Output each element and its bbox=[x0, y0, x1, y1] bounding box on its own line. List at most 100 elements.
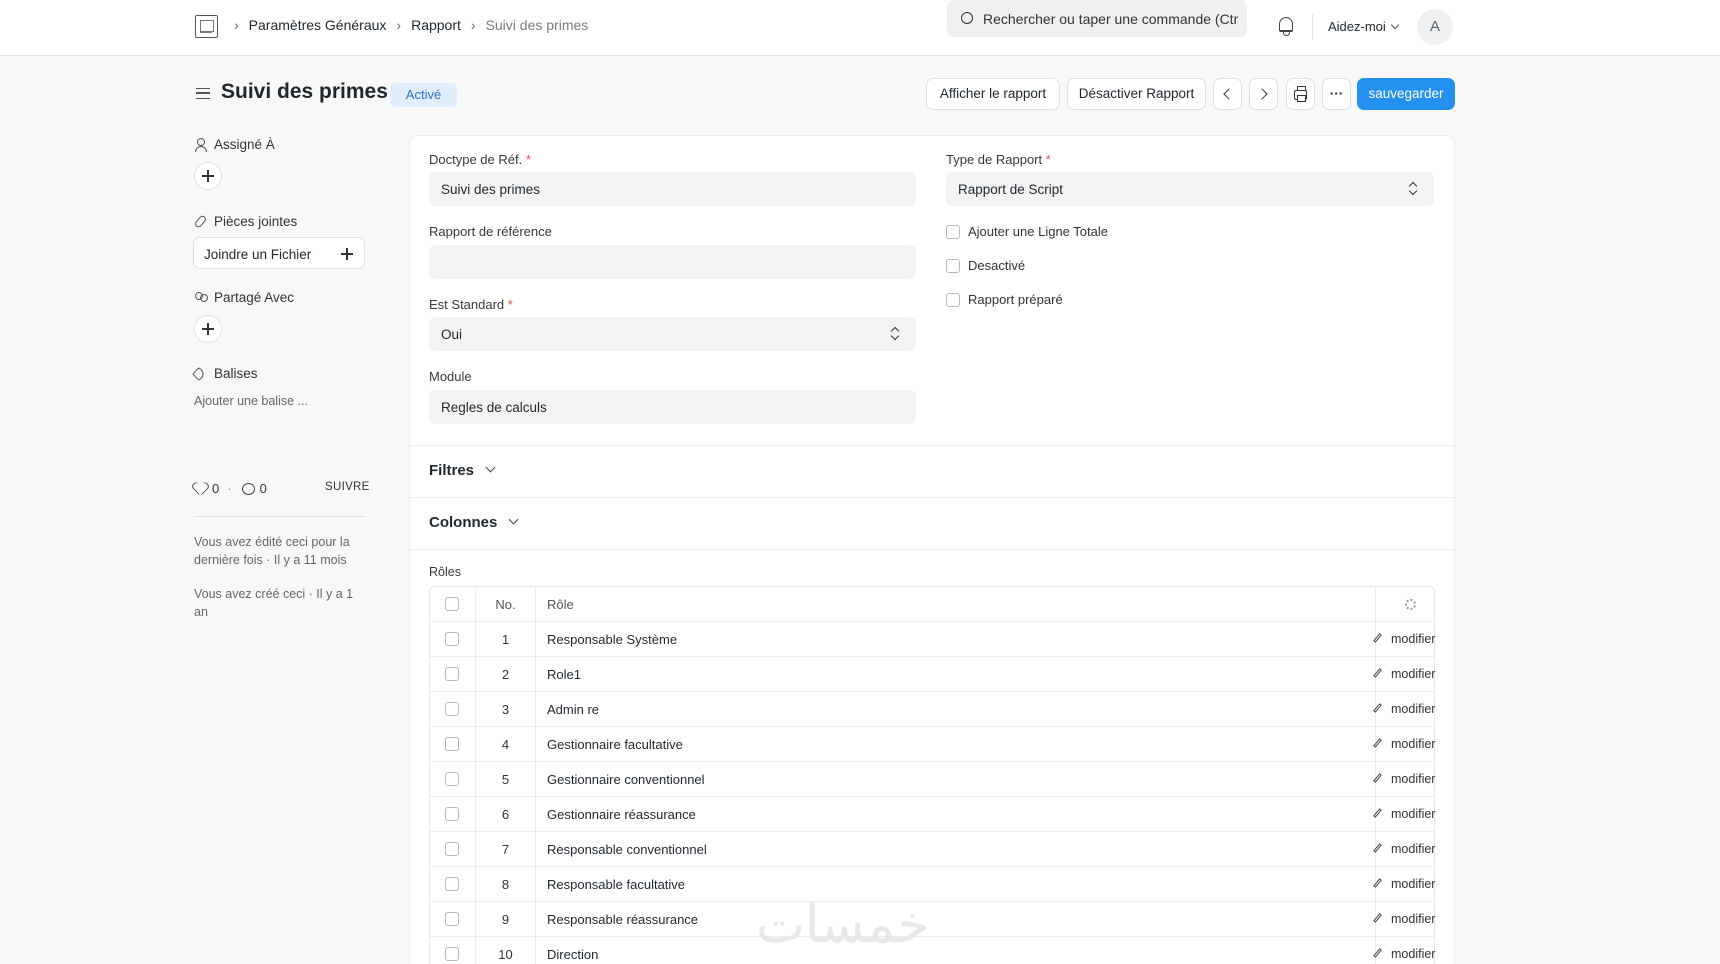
follow-button[interactable]: SUIVRE bbox=[325, 481, 370, 493]
disabled-checkbox[interactable]: Desactivé bbox=[946, 258, 1025, 273]
ref-doctype-input[interactable]: Suivi des primes bbox=[429, 172, 916, 206]
heart-icon[interactable] bbox=[194, 483, 207, 495]
row-checkbox[interactable] bbox=[445, 632, 459, 646]
edit-label: modifier bbox=[1391, 737, 1436, 751]
row-role[interactable]: Direction bbox=[536, 937, 1376, 964]
notification-bell-icon[interactable] bbox=[1279, 17, 1293, 36]
row-select-cell bbox=[430, 937, 476, 964]
row-checkbox[interactable] bbox=[445, 912, 459, 926]
add-assignee-button[interactable] bbox=[194, 162, 222, 190]
row-role[interactable]: Responsable facultative bbox=[536, 867, 1376, 902]
print-button[interactable] bbox=[1286, 78, 1315, 110]
row-edit-button[interactable]: modifier bbox=[1373, 902, 1436, 937]
checkbox[interactable] bbox=[946, 258, 960, 273]
comments-count: 0 bbox=[259, 481, 267, 496]
row-select-cell bbox=[430, 832, 476, 867]
search-icon bbox=[961, 12, 973, 24]
add-total-row-checkbox[interactable]: Ajouter une Ligne Totale bbox=[946, 224, 1108, 239]
row-number: 2 bbox=[476, 657, 536, 692]
gear-icon[interactable] bbox=[1405, 599, 1416, 610]
filters-section-toggle[interactable]: Filtres bbox=[429, 462, 496, 479]
row-number: 1 bbox=[476, 622, 536, 657]
row-checkbox[interactable] bbox=[445, 842, 459, 856]
row-edit-button[interactable]: modifier bbox=[1373, 797, 1436, 832]
row-role[interactable]: Gestionnaire réassurance bbox=[536, 797, 1376, 832]
save-button[interactable]: sauvegarder bbox=[1357, 78, 1455, 110]
row-role[interactable]: Responsable conventionnel bbox=[536, 832, 1376, 867]
avatar[interactable]: A bbox=[1417, 9, 1453, 45]
prepared-report-checkbox[interactable]: Rapport préparé bbox=[946, 292, 1063, 307]
checkbox[interactable] bbox=[946, 292, 960, 307]
add-tag-link[interactable]: Ajouter une balise ... bbox=[194, 392, 308, 410]
breadcrumb-item-current[interactable]: Suivi des primes bbox=[486, 17, 589, 33]
more-actions-button[interactable]: ··· bbox=[1322, 78, 1351, 110]
row-role[interactable]: Gestionnaire conventionnel bbox=[536, 762, 1376, 797]
show-report-button[interactable]: Afficher le rapport bbox=[926, 78, 1060, 110]
checkbox[interactable] bbox=[946, 224, 960, 239]
row-role[interactable]: Gestionnaire facultative bbox=[536, 727, 1376, 762]
sidebar-toggle-icon[interactable] bbox=[196, 88, 210, 99]
edit-label: modifier bbox=[1391, 807, 1436, 821]
row-checkbox[interactable] bbox=[445, 772, 459, 786]
breadcrumb-item-report[interactable]: Rapport bbox=[411, 17, 461, 33]
columns-section-toggle[interactable]: Colonnes bbox=[429, 514, 519, 531]
table-row[interactable]: 1 Responsable Système modifier bbox=[430, 622, 1436, 657]
comment-icon[interactable] bbox=[241, 482, 255, 495]
table-row[interactable]: 9 Responsable réassurance modifier bbox=[430, 902, 1436, 937]
select-all-checkbox[interactable] bbox=[445, 597, 459, 611]
row-edit-button[interactable]: modifier bbox=[1373, 867, 1436, 902]
attach-file-button[interactable]: Joindre un Fichier bbox=[193, 237, 365, 269]
row-edit-button[interactable]: modifier bbox=[1373, 657, 1436, 692]
row-checkbox[interactable] bbox=[445, 947, 459, 961]
status-badge: Activé bbox=[390, 83, 457, 107]
table-row[interactable]: 7 Responsable conventionnel modifier bbox=[430, 832, 1436, 867]
row-edit-button[interactable]: modifier bbox=[1373, 727, 1436, 762]
chevron-left-icon bbox=[1223, 88, 1235, 100]
chevron-right-icon: › bbox=[396, 17, 402, 33]
row-role[interactable]: Admin re bbox=[536, 692, 1376, 727]
disable-report-button[interactable]: Désactiver Rapport bbox=[1067, 78, 1206, 110]
row-checkbox[interactable] bbox=[445, 877, 459, 891]
row-checkbox[interactable] bbox=[445, 667, 459, 681]
table-row[interactable]: 8 Responsable facultative modifier bbox=[430, 867, 1436, 902]
table-row[interactable]: 5 Gestionnaire conventionnel modifier bbox=[430, 762, 1436, 797]
row-edit-button[interactable]: modifier bbox=[1373, 762, 1436, 797]
row-role[interactable]: Role1 bbox=[536, 657, 1376, 692]
report-type-select[interactable]: Rapport de Script bbox=[946, 172, 1434, 206]
row-checkbox[interactable] bbox=[445, 702, 459, 716]
previous-button[interactable] bbox=[1213, 78, 1242, 110]
table-row[interactable]: 10 Direction modifier bbox=[430, 937, 1436, 964]
row-edit-button[interactable]: modifier bbox=[1373, 692, 1436, 727]
edit-label: modifier bbox=[1391, 877, 1436, 891]
roles-table: No. Rôle 1 Responsable Système modifier 2 Ro… bbox=[429, 586, 1435, 964]
module-label: Module bbox=[429, 369, 472, 384]
row-edit-button[interactable]: modifier bbox=[1373, 832, 1436, 867]
row-role[interactable]: Responsable Système bbox=[536, 622, 1376, 657]
table-row[interactable]: 4 Gestionnaire facultative modifier bbox=[430, 727, 1436, 762]
navbar-divider bbox=[1312, 14, 1313, 40]
filters-heading: Filtres bbox=[429, 462, 475, 479]
tags-heading: Balises bbox=[191, 366, 258, 381]
row-checkbox[interactable] bbox=[445, 807, 459, 821]
add-share-button[interactable] bbox=[194, 315, 222, 343]
row-checkbox[interactable] bbox=[445, 737, 459, 751]
table-row[interactable]: 3 Admin re modifier bbox=[430, 692, 1436, 727]
is-standard-value: Oui bbox=[441, 327, 463, 342]
app-logo-icon[interactable] bbox=[195, 15, 218, 38]
row-edit-button[interactable]: modifier bbox=[1373, 622, 1436, 657]
row-edit-button[interactable]: modifier bbox=[1373, 937, 1436, 964]
created-text: Vous avez créé ceci · Il y a 1 an bbox=[194, 587, 354, 619]
next-button[interactable] bbox=[1249, 78, 1278, 110]
search-field[interactable]: Rechercher ou taper une commande (Ctrl +… bbox=[947, 0, 1247, 37]
row-role[interactable]: Responsable réassurance bbox=[536, 902, 1376, 937]
chevron-right-icon: › bbox=[470, 17, 476, 33]
breadcrumb-item-settings[interactable]: Paramètres Généraux bbox=[249, 17, 387, 33]
edit-label: modifier bbox=[1391, 702, 1436, 716]
table-row[interactable]: 2 Role1 modifier bbox=[430, 657, 1436, 692]
table-row[interactable]: 6 Gestionnaire réassurance modifier bbox=[430, 797, 1436, 832]
module-input[interactable]: Regles de calculs bbox=[429, 390, 916, 424]
row-number: 8 bbox=[476, 867, 536, 902]
help-dropdown[interactable]: Aidez-moi bbox=[1328, 19, 1400, 34]
ref-report-input[interactable] bbox=[429, 245, 916, 279]
is-standard-select[interactable]: Oui bbox=[429, 317, 916, 351]
